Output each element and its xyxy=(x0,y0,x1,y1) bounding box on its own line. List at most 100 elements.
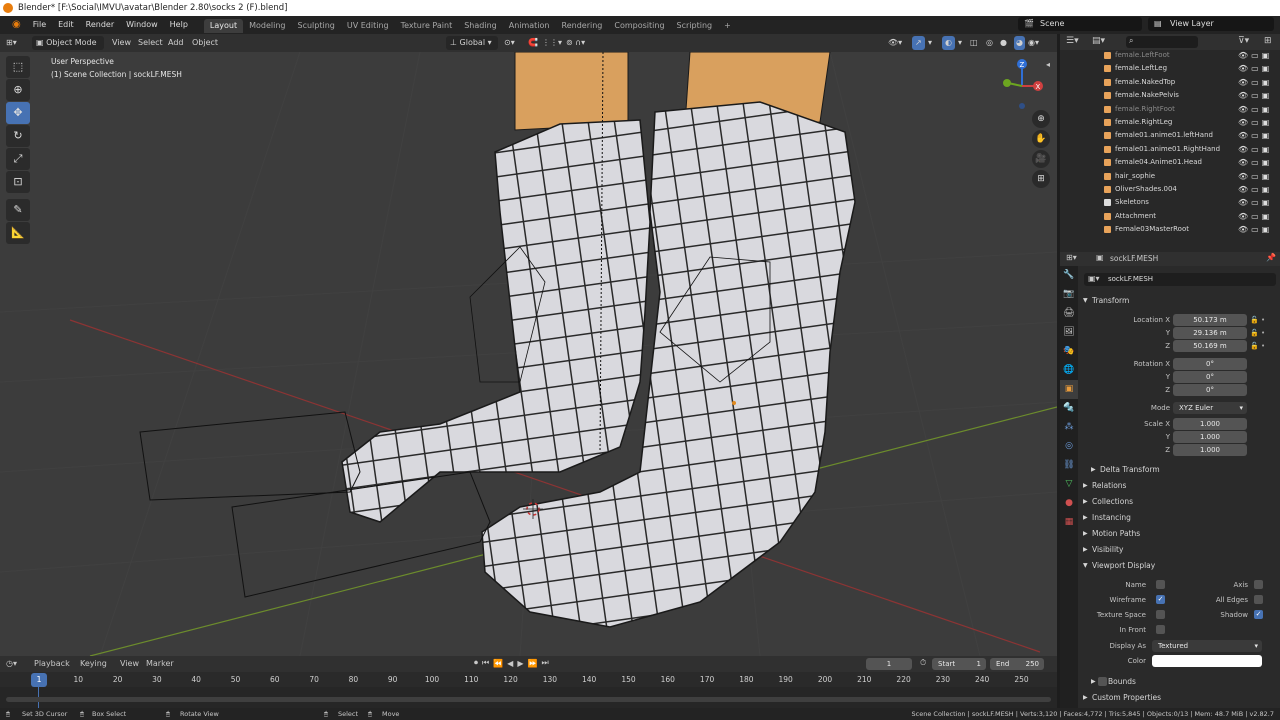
view-layer-selector[interactable]: ▤ View Layer xyxy=(1148,17,1274,31)
mode-dropdown[interactable]: ▣ Object Mode ▾ xyxy=(32,36,104,61)
rotation-y-field[interactable]: 0° xyxy=(1173,371,1247,383)
tool-tab-icon[interactable]: 🔧 xyxy=(1060,266,1078,285)
visibility-eye-icon[interactable]: 👁▭▣ xyxy=(1238,170,1272,183)
tab-uv-editing[interactable]: UV Editing xyxy=(341,19,395,33)
vd-name-checkbox[interactable] xyxy=(1156,580,1165,589)
bounds-checkbox[interactable] xyxy=(1098,677,1107,686)
timeline-track-area[interactable] xyxy=(0,687,1057,708)
jump-end-icon[interactable]: ⏭ xyxy=(541,658,548,668)
properties-editor-icon[interactable]: ⊞▾ xyxy=(1066,253,1077,262)
outliner-row[interactable]: female.NakedTop 👁▭▣ xyxy=(1060,76,1280,89)
outliner-row[interactable]: female.LeftFoot 👁▭▣ xyxy=(1060,50,1280,62)
outliner-row[interactable]: hair_sophie 👁▭▣ xyxy=(1060,170,1280,183)
view-layer-tab-icon[interactable]: 🖼 xyxy=(1060,323,1078,342)
overlay-toggle-icon[interactable]: ◐ xyxy=(942,36,955,50)
timeline-scrollbar[interactable] xyxy=(6,697,1051,702)
jump-start-icon[interactable]: ⏮ xyxy=(482,658,489,668)
material-tab-icon[interactable]: ● xyxy=(1060,494,1078,513)
play-icon[interactable]: ▶ xyxy=(517,659,523,668)
visibility-eye-icon[interactable]: 👁▭▣ xyxy=(1238,76,1272,89)
menu-add[interactable]: Add xyxy=(168,36,184,50)
record-icon[interactable]: ⏺ xyxy=(474,658,478,668)
scale-y-field[interactable]: 1.000 xyxy=(1173,431,1247,443)
texture-tab-icon[interactable]: ▦ xyxy=(1060,513,1078,532)
grid-toggle-icon[interactable]: ⊞ xyxy=(1032,170,1050,188)
editor-type-icon[interactable]: ⊞▾ xyxy=(6,36,17,50)
rotate-tool-icon[interactable]: ↻ xyxy=(6,125,30,147)
gizmo-y-axis[interactable] xyxy=(1003,79,1011,87)
end-frame-field[interactable]: End 250 xyxy=(990,658,1044,670)
overlay-dropdown-icon[interactable]: ▾ xyxy=(958,36,962,50)
object-tab-icon[interactable]: ▣ xyxy=(1060,380,1078,399)
tab-compositing[interactable]: Compositing xyxy=(608,19,670,33)
add-workspace-button[interactable]: + xyxy=(718,19,737,33)
shading-rendered-icon[interactable]: ◉▾ xyxy=(1028,36,1039,50)
zoom-icon[interactable]: ⊕ xyxy=(1032,110,1050,128)
select-box-tool-icon[interactable]: ⬚ xyxy=(6,56,30,78)
vd-texture-space-checkbox[interactable] xyxy=(1156,610,1165,619)
measure-tool-icon[interactable]: 📐 xyxy=(6,222,30,244)
timeline-editor-icon[interactable]: ◷▾ xyxy=(6,659,17,668)
bounds-panel-header[interactable]: ▶ Bounds xyxy=(1080,674,1280,689)
outliner-row[interactable]: OliverShades.004 👁▭▣ xyxy=(1060,183,1280,196)
lock-icon[interactable]: 🔓 • xyxy=(1250,340,1276,353)
visibility-eye-icon[interactable]: 👁▭▣ xyxy=(1238,196,1272,209)
outliner-row[interactable]: female01.anime01.RightHand 👁▭▣ xyxy=(1060,143,1280,156)
outliner-row[interactable]: female.NakePelvis 👁▭▣ xyxy=(1060,89,1280,102)
outliner-row[interactable]: Attachment 👁▭▣ xyxy=(1060,210,1280,223)
visibility-panel-header[interactable]: ▶ Visibility xyxy=(1080,542,1280,557)
sidebar-toggle-icon[interactable]: ◂ xyxy=(1046,60,1050,69)
modifier-tab-icon[interactable]: 🔩 xyxy=(1060,399,1078,418)
location-x-field[interactable]: 50.173 m xyxy=(1173,314,1247,326)
scene-tab-icon[interactable]: 🎭 xyxy=(1060,342,1078,361)
menu-playback[interactable]: Playback xyxy=(34,659,70,668)
gizmo-toggle-icon[interactable]: ↗ xyxy=(912,36,925,50)
datablock-name-field[interactable]: ▣▾ sockLF.MESH xyxy=(1084,273,1276,286)
tab-sculpting[interactable]: Sculpting xyxy=(292,19,341,33)
particles-tab-icon[interactable]: ⁂ xyxy=(1060,418,1078,437)
visibility-eye-icon[interactable]: 👁▭▣ xyxy=(1238,210,1272,223)
viewport-display-panel-header[interactable]: ▼ Viewport Display xyxy=(1080,558,1280,573)
transform-panel-header[interactable]: ▼ Transform xyxy=(1080,293,1280,308)
filter-icon[interactable]: ⊽▾ xyxy=(1238,36,1249,46)
instancing-panel-header[interactable]: ▶ Instancing xyxy=(1080,510,1280,525)
scale-z-field[interactable]: 1.000 xyxy=(1173,444,1247,456)
play-reverse-icon[interactable]: ◀ xyxy=(507,659,513,668)
visibility-eye-icon[interactable]: 👁▭▣ xyxy=(1238,223,1272,236)
menu-object[interactable]: Object xyxy=(192,36,218,50)
visibility-eye-icon[interactable]: 👁▭▣ xyxy=(1238,62,1272,75)
vd-wireframe-checkbox[interactable]: ✓ xyxy=(1156,595,1165,604)
snap-icon[interactable]: 🧲 xyxy=(528,36,538,50)
menu-select[interactable]: Select xyxy=(138,36,163,50)
vd-shadow-checkbox[interactable]: ✓ xyxy=(1254,610,1263,619)
outliner-row[interactable]: female.RightLeg 👁▭▣ xyxy=(1060,116,1280,129)
menu-render[interactable]: Render xyxy=(80,16,120,34)
output-tab-icon[interactable]: 🖨 xyxy=(1060,304,1078,323)
rotation-mode-dropdown[interactable]: XYZ Euler ▾ xyxy=(1173,402,1247,414)
3d-viewport[interactable]: Z X User Perspective (1) Scene Collectio… xyxy=(0,52,1057,656)
visibility-eye-icon[interactable]: 👁▭▣ xyxy=(1238,129,1272,142)
location-z-field[interactable]: 50.169 m xyxy=(1173,340,1247,352)
vd-axis-checkbox[interactable] xyxy=(1254,580,1263,589)
proportional-edit-icon[interactable]: ⊚ ∩▾ xyxy=(566,36,585,50)
rotation-z-field[interactable]: 0° xyxy=(1173,384,1247,396)
left-leg-mesh[interactable] xyxy=(514,52,629,131)
current-frame-field[interactable]: 1 xyxy=(866,658,912,670)
visibility-eye-icon[interactable]: 👁▭▣ xyxy=(1238,89,1272,102)
relations-panel-header[interactable]: ▶ Relations xyxy=(1080,478,1280,493)
lock-icon[interactable]: 🔓 • xyxy=(1250,327,1276,340)
outliner-row[interactable]: female.RightFoot 👁▭▣ xyxy=(1060,103,1280,116)
cursor-tool-icon[interactable]: ⊕ xyxy=(6,79,30,101)
move-tool-icon[interactable]: ✥ xyxy=(6,102,30,124)
start-frame-field[interactable]: Start 1 xyxy=(932,658,986,670)
timeline-ruler[interactable]: 1 10 20 30 40 50 60 70 80 90 100 110 120 130 140 150 16… xyxy=(0,673,1057,687)
menu-keying[interactable]: Keying xyxy=(80,659,107,668)
visibility-eye-icon[interactable]: 👁▭▣ xyxy=(1238,156,1272,169)
lock-icon[interactable]: 🔓 • xyxy=(1250,314,1276,327)
visibility-eye-icon[interactable]: 👁▭▣ xyxy=(1238,116,1272,129)
collections-panel-header[interactable]: ▶ Collections xyxy=(1080,494,1280,509)
transform-tool-icon[interactable]: ⊡ xyxy=(6,171,30,193)
gizmo-neg-z[interactable] xyxy=(1019,103,1025,109)
scale-tool-icon[interactable]: ⤢ xyxy=(6,148,30,170)
tab-scripting[interactable]: Scripting xyxy=(671,19,719,33)
